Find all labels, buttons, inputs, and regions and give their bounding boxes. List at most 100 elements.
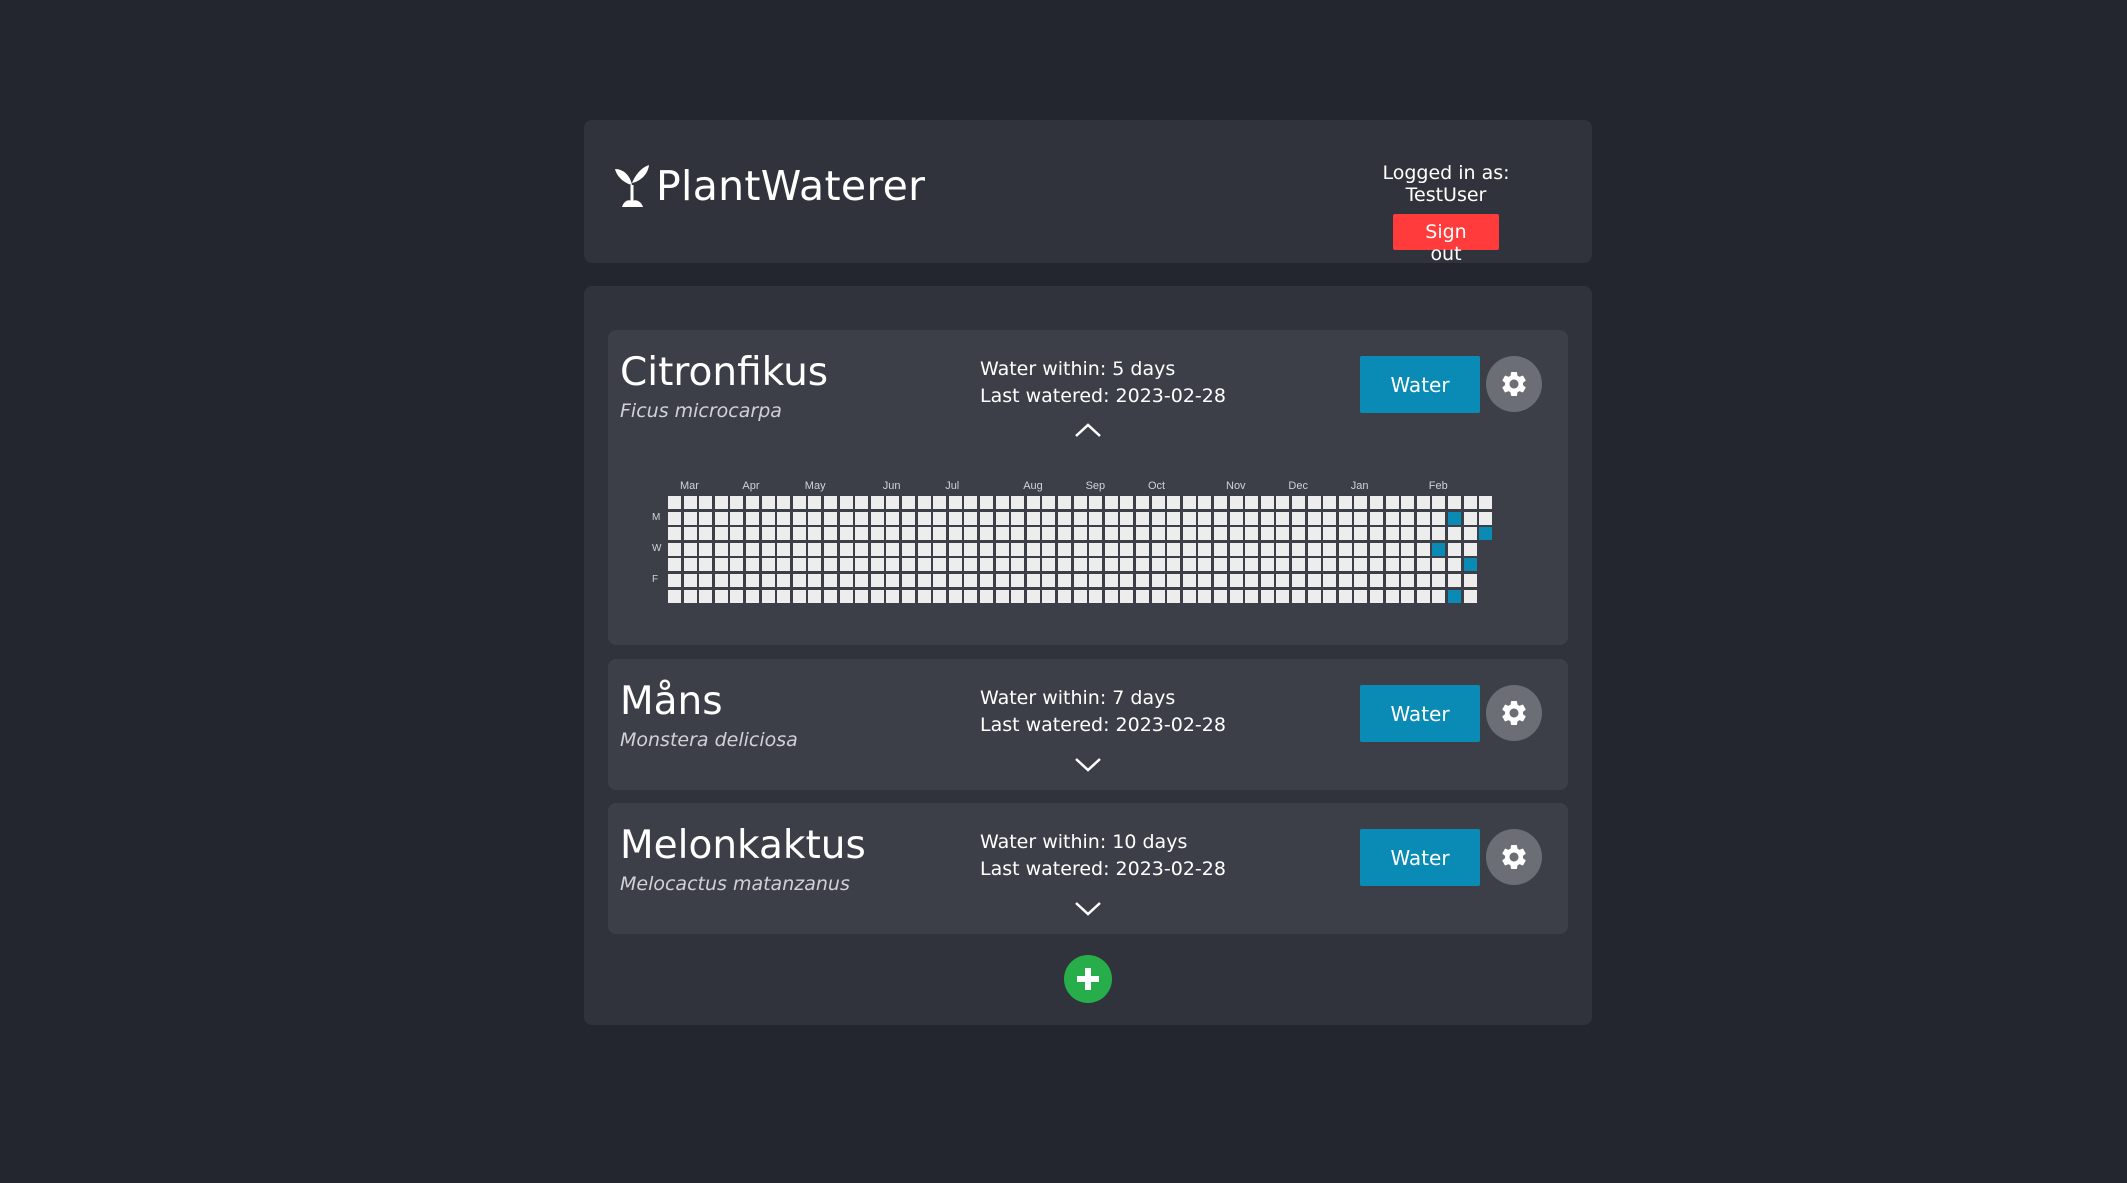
heatmap-cell: [1089, 496, 1103, 509]
heatmap-cell: [1416, 542, 1430, 556]
chevron-down-icon[interactable]: [1073, 755, 1103, 775]
heatmap-month-label: Nov: [1226, 480, 1246, 492]
plant-scientific-name: Monstera deliciosa: [620, 729, 798, 751]
plant-card: Måns Monstera deliciosa Water within: 7 …: [608, 659, 1568, 790]
heatmap-cell: [761, 496, 775, 509]
heatmap-cell: [1167, 542, 1181, 556]
heatmap-cell: [808, 542, 822, 556]
heatmap-cell: [995, 589, 1009, 603]
heatmap-cell: [792, 511, 806, 525]
heatmap-cell: [1151, 542, 1165, 556]
plant-card: Citronfikus Ficus microcarpa Water withi…: [608, 330, 1568, 645]
heatmap-cell: [1276, 527, 1290, 541]
heatmap-cell: [777, 511, 791, 525]
heatmap-cell: [980, 511, 993, 525]
heatmap-cell: [1058, 511, 1071, 525]
heatmap-cell: [1385, 511, 1399, 525]
water-button[interactable]: Water: [1360, 829, 1480, 886]
heatmap-cell: [917, 496, 931, 509]
heatmap-cell: [668, 496, 681, 509]
heatmap-cell: [777, 542, 791, 556]
heatmap-cell: [1011, 511, 1025, 525]
heatmap-cell: [1401, 527, 1415, 541]
water-within-text: Water within: 10 days: [980, 831, 1188, 853]
heatmap-cell: [964, 574, 978, 587]
heatmap-cell: [1260, 542, 1274, 556]
heatmap-cell: [792, 542, 806, 556]
heatmap-cell: [1026, 558, 1040, 572]
heatmap-cell: [1120, 589, 1134, 603]
heatmap-cell: [1214, 542, 1227, 556]
heatmap-cell: [886, 496, 900, 509]
heatmap-cell: [1198, 542, 1212, 556]
heatmap-cell: [730, 558, 744, 572]
chevron-up-icon[interactable]: [1073, 420, 1103, 440]
heatmap-day-label: W: [652, 542, 662, 554]
plant-watering-info: Water within: 7 days Last watered: 2023-…: [980, 685, 1226, 739]
settings-button[interactable]: [1486, 685, 1542, 741]
sign-out-button[interactable]: Sign out: [1393, 214, 1499, 265]
heatmap-cell: [1401, 574, 1415, 587]
heatmap-cell: [1448, 542, 1461, 556]
heatmap-cell: [1136, 496, 1149, 509]
heatmap-cell: [1058, 558, 1071, 572]
heatmap-cell: [1338, 511, 1352, 525]
settings-button[interactable]: [1486, 356, 1542, 412]
heatmap-cell: [668, 511, 681, 525]
heatmap-cell: [683, 558, 697, 572]
heatmap-cell: [964, 496, 978, 509]
chevron-down-icon[interactable]: [1073, 899, 1103, 919]
heatmap-cell: [1354, 558, 1368, 572]
heatmap-cell: [1089, 542, 1103, 556]
water-within-text: Water within: 5 days: [980, 358, 1176, 380]
heatmap-cell: [1370, 589, 1383, 603]
heatmap-cell: [1370, 511, 1383, 525]
heatmap-cell: [1136, 574, 1149, 587]
heatmap-cell: [1073, 589, 1087, 603]
heatmap-cell: [699, 511, 713, 525]
heatmap-cell: [746, 527, 759, 541]
heatmap-cell: [1089, 589, 1103, 603]
heatmap-cell: [1198, 527, 1212, 541]
water-button[interactable]: Water: [1360, 356, 1480, 413]
heatmap-month-label: Dec: [1288, 480, 1308, 492]
heatmap-cell: [1432, 589, 1446, 603]
heatmap-cell: [668, 589, 681, 603]
heatmap-cell: [761, 511, 775, 525]
user-box: Logged in as: TestUser Sign out: [1346, 162, 1546, 265]
heatmap-cell: [1385, 589, 1399, 603]
heatmap-cell: [855, 527, 869, 541]
settings-button[interactable]: [1486, 829, 1542, 885]
heatmap-cell: [902, 589, 915, 603]
heatmap-cell-watered: [1432, 542, 1446, 556]
heatmap-cell: [1229, 558, 1243, 572]
heatmap-cell: [933, 558, 947, 572]
heatmap-cell: [1338, 496, 1352, 509]
heatmap-cell: [980, 558, 993, 572]
heatmap-cell: [1463, 542, 1477, 556]
heatmap-cell: [855, 511, 869, 525]
add-plant-button[interactable]: [1064, 955, 1112, 1003]
heatmap-cell: [886, 574, 900, 587]
heatmap-cell: [1323, 496, 1337, 509]
heatmap-cell: [1276, 511, 1290, 525]
water-button[interactable]: Water: [1360, 685, 1480, 742]
gear-icon: [1502, 372, 1526, 396]
plant-name: Citronfikus: [620, 350, 829, 395]
heatmap-cell: [761, 542, 775, 556]
heatmap-cell: [1479, 496, 1493, 509]
heatmap-cell: [1214, 558, 1227, 572]
heatmap-cell: [683, 496, 697, 509]
heatmap-cell: [839, 574, 853, 587]
heatmap-cell: [1276, 542, 1290, 556]
heatmap-cell: [1198, 589, 1212, 603]
heatmap-cell: [1260, 496, 1274, 509]
heatmap-cell: [980, 527, 993, 541]
heatmap-cell: [1370, 558, 1383, 572]
heatmap-cell: [1089, 511, 1103, 525]
heatmap-cell: [1229, 589, 1243, 603]
heatmap-cell: [1182, 558, 1196, 572]
heatmap-cell: [964, 589, 978, 603]
heatmap-cell: [1432, 511, 1446, 525]
heatmap-cell: [886, 589, 900, 603]
